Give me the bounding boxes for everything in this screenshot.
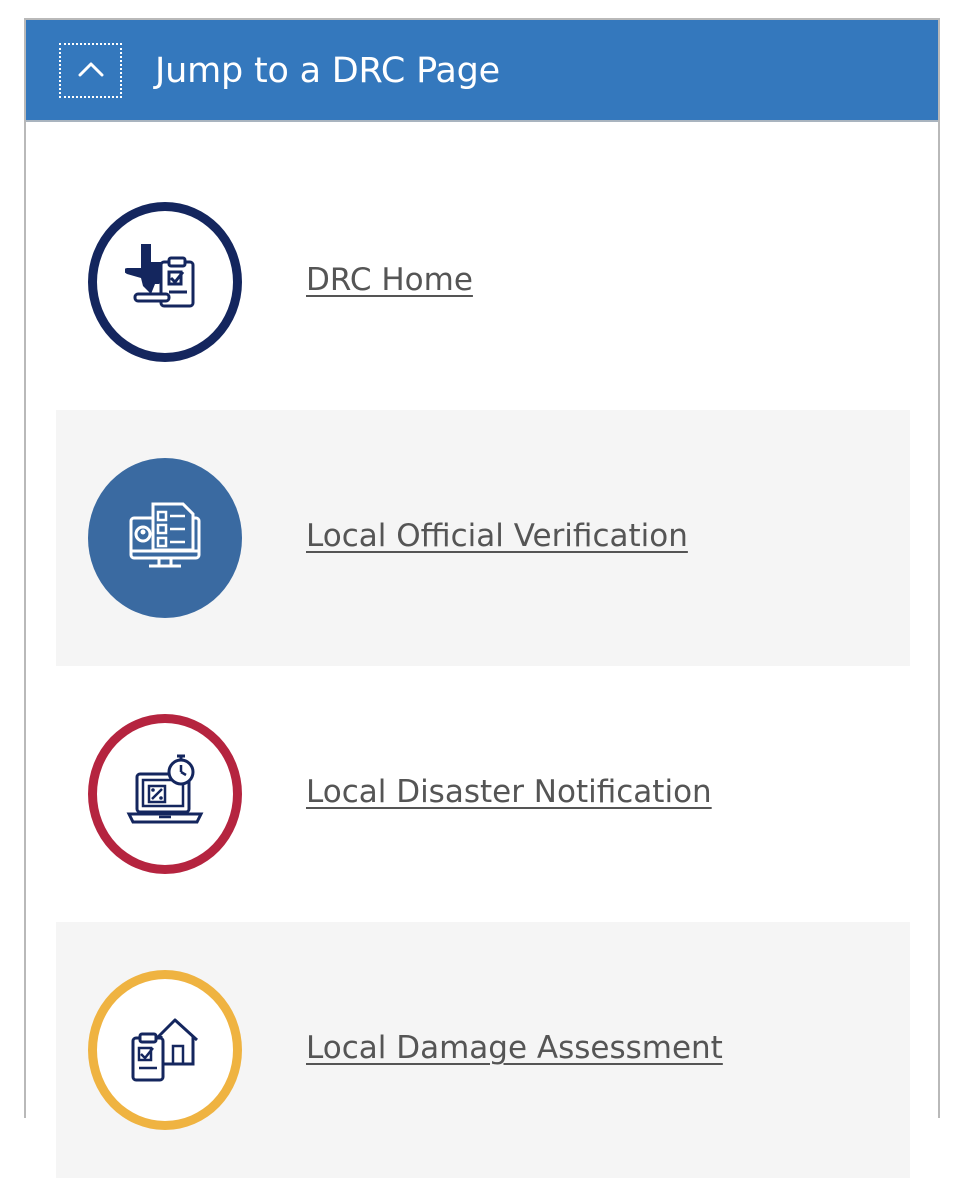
local-damage-assessment-icon-circle[interactable] <box>88 970 242 1130</box>
house-clipboard-icon <box>125 1008 205 1093</box>
list-item-local-official-verification: Local Official Verification <box>56 410 910 666</box>
local-official-verification-link[interactable]: Local Official Verification <box>306 516 688 556</box>
laptop-stopwatch-icon <box>125 752 205 837</box>
local-damage-assessment-link[interactable]: Local Damage Assessment <box>306 1028 723 1068</box>
list-item-local-damage-assessment: Local Damage Assessment <box>56 922 910 1178</box>
list-item-local-disaster-notification: Local Disaster Notification <box>56 666 910 922</box>
panel-header: Jump to a DRC Page <box>26 20 938 122</box>
chevron-up-icon <box>78 61 104 80</box>
local-disaster-notification-icon-circle[interactable] <box>88 714 242 874</box>
local-disaster-notification-link[interactable]: Local Disaster Notification <box>306 772 712 812</box>
texas-clipboard-icon <box>121 240 205 325</box>
drc-home-icon-circle[interactable] <box>88 202 242 362</box>
drc-page-list: DRC Home Local Official Verification Loc… <box>56 154 910 1178</box>
drc-home-link[interactable]: DRC Home <box>306 260 473 300</box>
collapse-toggle-button[interactable] <box>59 43 122 98</box>
list-item-drc-home: DRC Home <box>56 154 910 410</box>
drc-jump-panel: Jump to a DRC Page DRC Home Local Offici… <box>24 18 940 1178</box>
monitor-checklist-icon <box>125 496 205 581</box>
panel-title: Jump to a DRC Page <box>155 51 500 91</box>
local-official-verification-icon-circle[interactable] <box>88 458 242 618</box>
